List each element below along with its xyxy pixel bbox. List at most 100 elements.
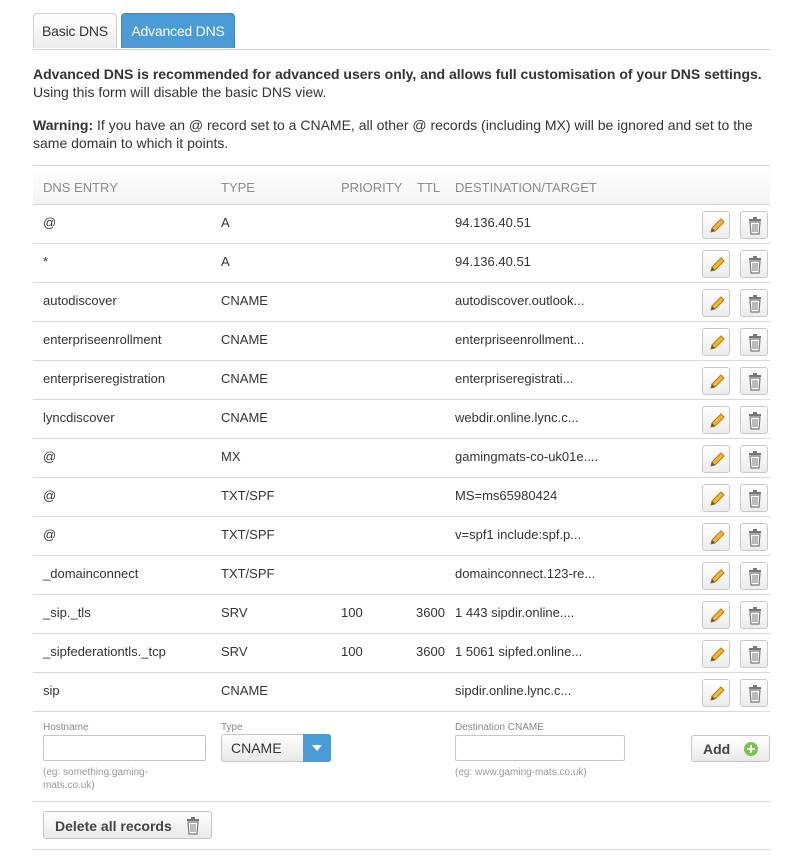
pencil-icon (710, 257, 725, 272)
table-row: _sip._tls SRV 100 3600 1 443 sipdir.online..… (33, 595, 770, 634)
dns-entry-cell: @ (43, 215, 57, 230)
destination-cell: v=spf1 include:spf.p... (455, 527, 582, 542)
destination-cell: sipdir.online.lync.c... (455, 683, 572, 698)
dns-entry-cell: autodiscover (43, 293, 117, 308)
trash-icon (749, 685, 761, 703)
delete-record-button[interactable] (740, 289, 768, 317)
table-row: _sipfederationtls._tcp SRV 100 3600 1 5061 s… (33, 634, 770, 673)
delete-record-button[interactable] (740, 445, 768, 473)
edit-record-button[interactable] (702, 367, 730, 395)
chevron-down-icon[interactable] (303, 734, 331, 762)
table-row: _domainconnect TXT/SPF domainconnect.123-r… (33, 556, 770, 595)
edit-record-button[interactable] (702, 406, 730, 434)
table-row: lyncdiscover CNAME webdir.online.lync.c... (33, 400, 770, 439)
table-row: * A 94.136.40.51 (33, 244, 770, 283)
pencil-icon (710, 647, 725, 662)
destination-cell: 94.136.40.51 (455, 254, 531, 269)
delete-record-button[interactable] (740, 562, 768, 590)
intro-bold: Advanced DNS is recommended for advanced… (33, 66, 762, 82)
destination-input[interactable] (455, 735, 625, 761)
delete-record-button[interactable] (740, 211, 768, 239)
edit-record-button[interactable] (702, 640, 730, 668)
destination-label: Destination CNAME (455, 722, 544, 733)
trash-icon (749, 256, 761, 274)
divider (33, 801, 770, 802)
edit-record-button[interactable] (702, 562, 730, 590)
hostname-input[interactable] (43, 735, 206, 761)
tab-basic-dns[interactable]: Basic DNS (33, 13, 117, 48)
dns-entry-cell: * (43, 254, 49, 269)
trash-icon (749, 373, 761, 391)
destination-cell: enterpriseenrollment... (455, 332, 585, 347)
ttl-cell: 3600 (416, 605, 445, 620)
destination-cell: autodiscover.outlook... (455, 293, 585, 308)
edit-record-button[interactable] (702, 445, 730, 473)
delete-all-records-button[interactable]: Delete all records (43, 811, 212, 839)
pencil-icon (710, 413, 725, 428)
type-cell: CNAME (221, 293, 268, 308)
delete-record-button[interactable] (740, 601, 768, 629)
intro-text: Advanced DNS is recommended for advanced… (33, 65, 773, 101)
hostname-hint: (eg: something.gaming-mats.co.uk) (43, 767, 149, 791)
edit-record-button[interactable] (702, 289, 730, 317)
type-cell: CNAME (221, 332, 268, 347)
edit-record-button[interactable] (702, 484, 730, 512)
table-row: autodiscover CNAME autodiscover.outlook... (33, 283, 770, 322)
edit-record-button[interactable] (702, 523, 730, 551)
type-cell: A (221, 215, 230, 230)
trash-icon (749, 490, 761, 508)
trash-icon (749, 451, 761, 469)
trash-icon (749, 568, 761, 586)
tab-advanced-dns[interactable]: Advanced DNS (121, 13, 235, 48)
type-cell: SRV (221, 605, 248, 620)
add-record-button[interactable]: Add (691, 735, 770, 762)
trash-icon (187, 817, 199, 835)
add-button-label: Add (703, 741, 731, 757)
type-cell: SRV (221, 644, 248, 659)
dns-entry-cell: sip (43, 683, 60, 698)
edit-record-button[interactable] (702, 328, 730, 356)
header-ttl: TTL (417, 180, 441, 195)
trash-icon (749, 334, 761, 352)
table-row: @ TXT/SPF v=spf1 include:spf.p... (33, 517, 770, 556)
edit-record-button[interactable] (702, 250, 730, 278)
dns-entry-cell: lyncdiscover (43, 410, 115, 425)
destination-cell: 1 5061 sipfed.online... (455, 644, 583, 659)
pencil-icon (710, 452, 725, 467)
dns-tabs: Basic DNS Advanced DNS (33, 13, 770, 50)
table-row: enterpriseenrollment CNAME enterpriseenrol… (33, 322, 770, 361)
pencil-icon (710, 608, 725, 623)
delete-record-button[interactable] (740, 679, 768, 707)
dns-entry-cell: @ (43, 488, 57, 503)
edit-record-button[interactable] (702, 601, 730, 629)
type-select-value: CNAME (231, 740, 282, 756)
edit-record-button[interactable] (702, 211, 730, 239)
type-cell: CNAME (221, 683, 268, 698)
pencil-icon (710, 491, 725, 506)
delete-record-button[interactable] (740, 406, 768, 434)
table-row: sip CNAME sipdir.online.lync.c... (33, 673, 770, 712)
dns-entry-cell: _sip._tls (43, 605, 91, 620)
priority-cell: 100 (341, 605, 363, 620)
trash-icon (749, 529, 761, 547)
header-priority: PRIORITY (341, 180, 403, 195)
type-cell: MX (221, 449, 241, 464)
destination-cell: 1 443 sipdir.online.... (455, 605, 575, 620)
destination-cell: 94.136.40.51 (455, 215, 531, 230)
delete-record-button[interactable] (740, 523, 768, 551)
destination-cell: MS=ms65980424 (455, 488, 558, 503)
delete-record-button[interactable] (740, 367, 768, 395)
type-select[interactable]: CNAME (221, 734, 331, 762)
delete-record-button[interactable] (740, 484, 768, 512)
hostname-label: Hostname (43, 722, 89, 733)
delete-record-button[interactable] (740, 328, 768, 356)
dns-entry-cell: _sipfederationtls._tcp (43, 644, 166, 659)
type-cell: TXT/SPF (221, 527, 275, 542)
edit-record-button[interactable] (702, 679, 730, 707)
delete-record-button[interactable] (740, 250, 768, 278)
table-header: DNS ENTRY TYPE PRIORITY TTL DESTINATION/… (33, 166, 770, 205)
type-cell: CNAME (221, 371, 268, 386)
destination-hint: (eg: www.gaming-mats.co.uk) (455, 767, 587, 778)
type-cell: A (221, 254, 230, 269)
delete-record-button[interactable] (740, 640, 768, 668)
